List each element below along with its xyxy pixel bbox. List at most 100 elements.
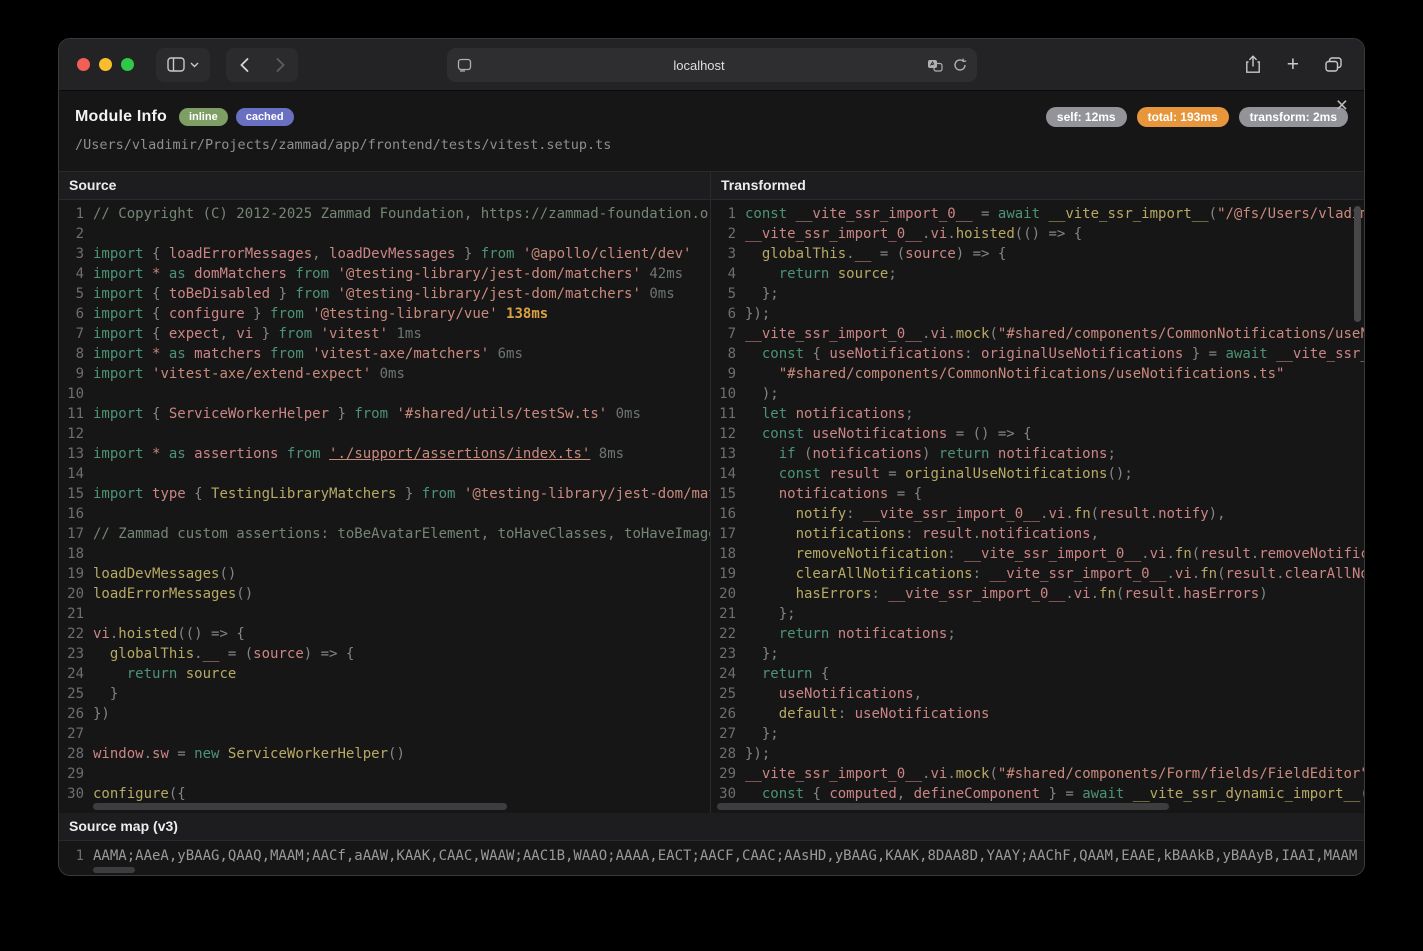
line-number: 7: [727, 326, 736, 342]
code-text: notifications = {: [778, 486, 923, 502]
share-icon[interactable]: [1245, 55, 1261, 74]
line-number: 10: [719, 386, 736, 402]
code-line: 19 clearAllNotifications: __vite_ssr_imp…: [711, 564, 1364, 584]
code-text: return {: [761, 666, 830, 682]
line-number: 11: [67, 406, 84, 422]
code-text: return source;: [778, 266, 897, 282]
sourcemap-section: 1 AAMA;AAeA,yBAAG,QAAQ,MAAM;AACf,aAAW,KA…: [59, 841, 1364, 875]
browser-window: localhost + Module Info inline cached se…: [58, 38, 1365, 876]
line-number: 4: [727, 266, 736, 282]
code-line: 4 import * as domMatchers from '@testing-…: [59, 264, 710, 284]
code-line: 22 vi.hoisted(() => {: [59, 624, 710, 644]
code-text: });: [745, 306, 771, 322]
code-line: 7 import { expect, vi } from 'vitest' 1ms: [59, 324, 710, 344]
sourcemap-mappings: AAMA;AAeA,yBAAG,QAAQ,MAAM;AACf,aAAW,KAAK…: [93, 848, 1358, 864]
reload-icon[interactable]: [953, 58, 967, 72]
code-text: import * as matchers from 'vitest-axe/ma…: [93, 346, 523, 362]
transformed-panel-title: Transformed: [711, 172, 1364, 200]
code-line: 30 configure({: [59, 784, 710, 804]
code-text: loadDevMessages(): [93, 566, 237, 582]
code-line: 11 import { ServiceWorkerHelper } from '#…: [59, 404, 710, 424]
code-text: const useNotifications = () => {: [761, 426, 1032, 442]
close-icon[interactable]: ×: [1336, 95, 1348, 116]
code-text: __vite_ssr_import_0__.vi.mock("#shared/c…: [745, 326, 1364, 342]
line-number: 18: [67, 546, 84, 562]
code-line: 29: [59, 764, 710, 784]
code-line: 12 const useNotifications = () => {: [711, 424, 1364, 444]
code-line: 3 import { loadErrorMessages, loadDevMess…: [59, 244, 710, 264]
line-number: 8: [727, 346, 736, 362]
code-text: useNotifications,: [778, 686, 923, 702]
sourcemap-horizontal-scrollbar[interactable]: [93, 867, 135, 873]
navigation-buttons: [226, 47, 298, 82]
line-number: 19: [719, 566, 736, 582]
close-window-button[interactable]: [77, 58, 90, 71]
transformed-vertical-scrollbar[interactable]: [1354, 206, 1361, 322]
code-line: 4 return source;: [711, 264, 1364, 284]
code-text: };: [745, 646, 779, 662]
code-line: 6});: [711, 304, 1364, 324]
code-text: clearAllNotifications: __vite_ssr_import…: [795, 566, 1364, 582]
code-line: 21: [59, 604, 710, 624]
line-number: 30: [67, 786, 84, 802]
code-line: 26 default: useNotifications: [711, 704, 1364, 724]
line-number: 23: [719, 646, 736, 662]
line-number: 25: [67, 686, 84, 702]
code-panels: Source 1 // Copyright (C) 2012-2025 Zamma…: [59, 171, 1364, 813]
code-line: 24 return source: [59, 664, 710, 684]
new-tab-button[interactable]: +: [1287, 54, 1299, 75]
code-line: 2 __vite_ssr_import_0__.vi.hoisted(() => …: [711, 224, 1364, 244]
code-text: "#shared/components/CommonNotifications/…: [778, 366, 1285, 382]
url-text[interactable]: localhost: [472, 58, 927, 73]
sidebar-toggle-button[interactable]: [156, 47, 210, 82]
code-text: import { ServiceWorkerHelper } from '#sh…: [93, 406, 641, 422]
window-controls: [77, 58, 134, 71]
transform-time-badge: transform: 2ms: [1238, 107, 1348, 127]
code-text: import { loadErrorMessages, loadDevMessa…: [93, 246, 692, 262]
code-line: 12: [59, 424, 710, 444]
module-link[interactable]: './support/assertions/index.ts': [329, 446, 590, 462]
code-line: 8 import * as matchers from 'vitest-axe/m…: [59, 344, 710, 364]
line-number: 28: [67, 746, 84, 762]
page-title: Module Info: [75, 108, 167, 125]
code-line: 15 import type { TestingLibraryMatchers }…: [59, 484, 710, 504]
line-number: 20: [67, 586, 84, 602]
code-line: 20 hasErrors: __vite_ssr_import_0__.vi.f…: [711, 584, 1364, 604]
code-line: 16 notify: __vite_ssr_import_0__.vi.fn(r…: [711, 504, 1364, 524]
code-line: 1 // Copyright (C) 2012-2025 Zammad Found…: [59, 204, 710, 224]
code-text: import { configure } from '@testing-libr…: [93, 306, 549, 322]
code-line: 5 };: [711, 284, 1364, 304]
source-panel: Source 1 // Copyright (C) 2012-2025 Zamma…: [59, 172, 711, 813]
back-button[interactable]: [226, 48, 262, 82]
line-number: 11: [719, 406, 736, 422]
transformed-horizontal-scrollbar[interactable]: [717, 803, 1169, 810]
code-line: 17 // Zammad custom assertions: toBeAvata…: [59, 524, 710, 544]
forward-button[interactable]: [262, 48, 298, 82]
minimize-window-button[interactable]: [99, 58, 112, 71]
code-text: configure({: [93, 786, 186, 802]
zoom-window-button[interactable]: [121, 58, 134, 71]
source-horizontal-scrollbar[interactable]: [93, 803, 507, 810]
code-line: 27 };: [711, 724, 1364, 744]
code-text: import * as assertions from './support/a…: [93, 446, 625, 462]
code-line: 30 const { computed, defineComponent } =…: [711, 784, 1364, 804]
address-bar[interactable]: localhost: [446, 48, 977, 82]
code-text: import 'vitest-axe/extend-expect' 0ms: [93, 366, 405, 382]
code-text: window.sw = new ServiceWorkerHelper(): [93, 746, 405, 762]
code-text: globalThis.__ = (source) => {: [761, 246, 1007, 262]
page-icon: [457, 58, 472, 72]
line-number: 17: [67, 526, 84, 542]
translate-icon[interactable]: [927, 59, 943, 72]
code-line: 23 };: [711, 644, 1364, 664]
tab-overview-icon[interactable]: [1325, 57, 1342, 72]
module-file-path: /Users/vladimir/Projects/zammad/app/fron…: [75, 137, 612, 153]
code-text: );: [745, 386, 779, 402]
code-text: notify: __vite_ssr_import_0__.vi.fn(resu…: [795, 506, 1226, 522]
code-text: const __vite_ssr_import_0__ = await __vi…: [745, 206, 1364, 222]
line-number: 12: [67, 426, 84, 442]
line-number: 8: [75, 346, 84, 362]
line-number: 16: [67, 506, 84, 522]
code-line: 6 import { configure } from '@testing-lib…: [59, 304, 710, 324]
code-text: });: [745, 746, 771, 762]
code-text: __vite_ssr_import_0__.vi.hoisted(() => {: [745, 226, 1083, 242]
